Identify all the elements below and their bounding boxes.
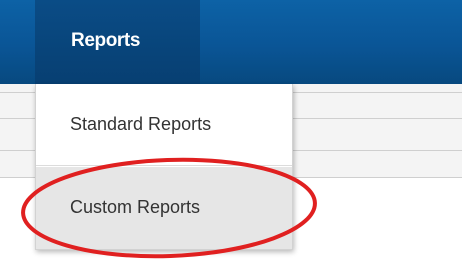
menu-item-label: Custom Reports [70,197,201,217]
menu-item-standard-reports[interactable]: Standard Reports [36,84,292,166]
menu-item-label: Standard Reports [70,114,212,134]
nav-tab-reports-label: Reports [71,30,140,51]
top-navbar: Reports [0,0,462,84]
reports-dropdown-menu: Standard Reports Custom Reports [35,84,293,250]
menu-item-custom-reports[interactable]: Custom Reports [36,167,292,249]
nav-tab-reports[interactable]: Reports [35,0,200,84]
page: Reports Standard Reports Custom Reports [0,0,462,268]
